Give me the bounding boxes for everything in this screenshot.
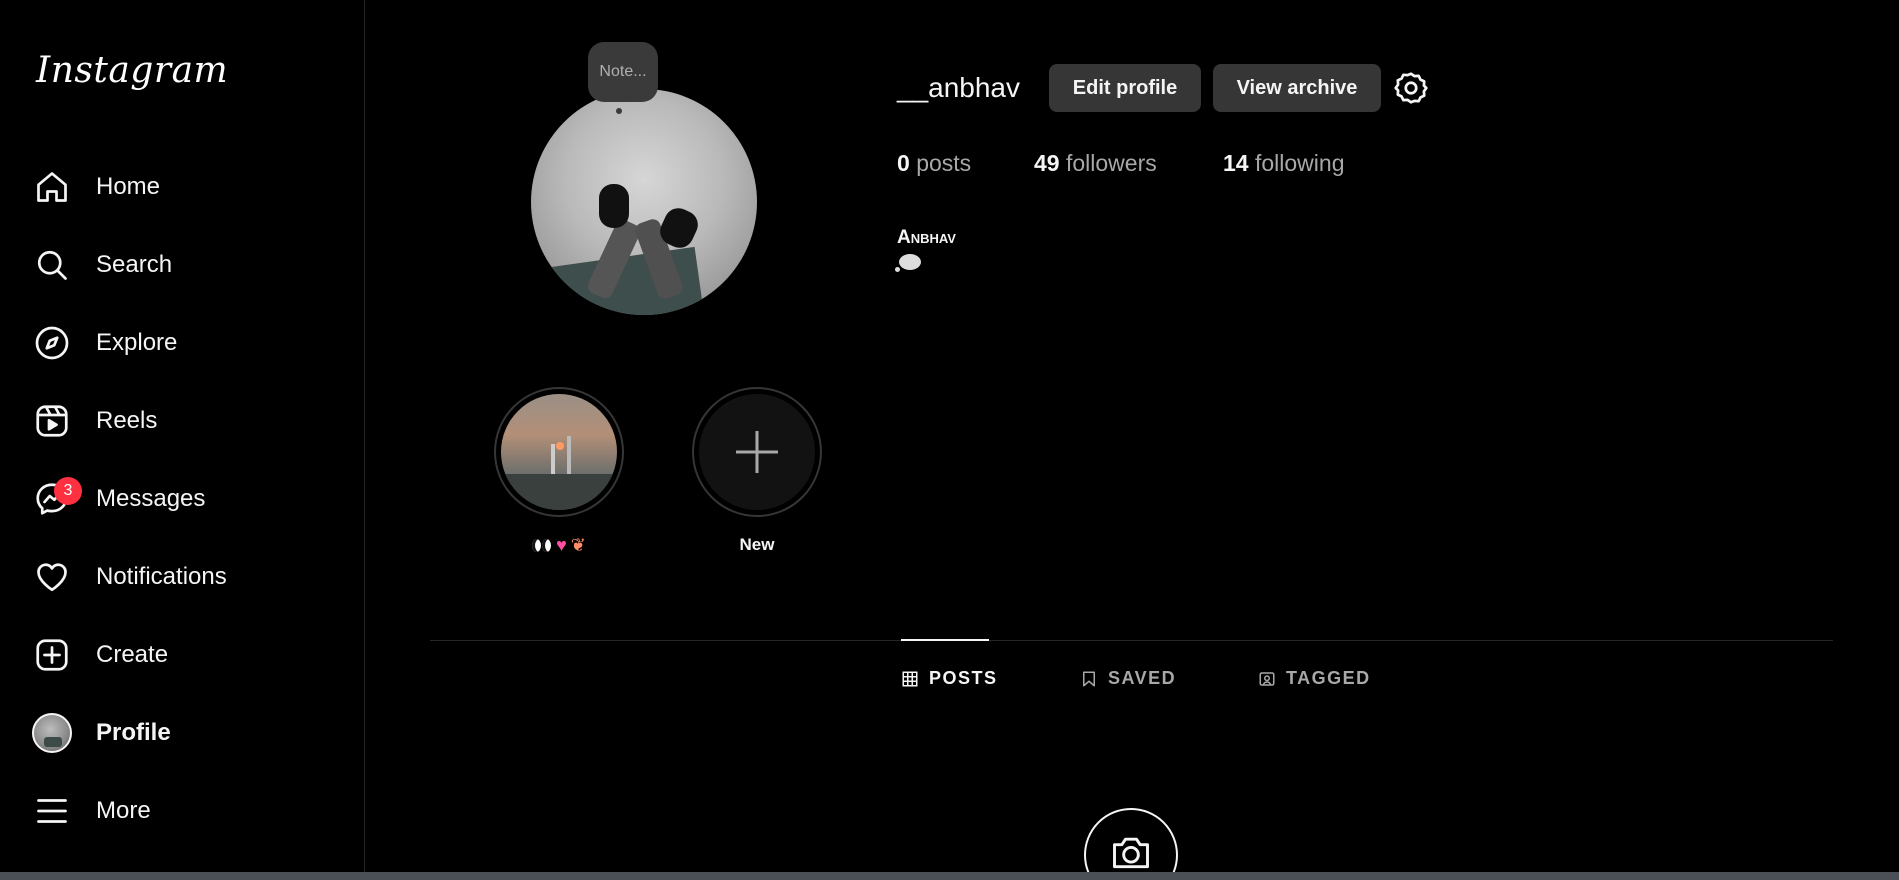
- menu-icon: [32, 791, 72, 831]
- unread-badge: 3: [54, 477, 82, 505]
- followers-label: followers: [1065, 150, 1157, 176]
- sidebar-item-label: Messages: [96, 485, 206, 512]
- new-highlight-label: New: [739, 535, 775, 554]
- sidebar-item-label: Profile: [96, 719, 171, 746]
- view-archive-button[interactable]: View archive: [1213, 64, 1381, 112]
- sidebar-item-create[interactable]: Create: [32, 627, 332, 683]
- tab-saved[interactable]: SAVED: [1080, 668, 1176, 689]
- sidebar-item-label: Search: [96, 251, 173, 278]
- following-stat[interactable]: 14 following: [1223, 150, 1344, 177]
- highlight-cover: [501, 394, 617, 510]
- tab-label: POSTS: [929, 668, 998, 688]
- tabs-divider: [430, 640, 1833, 641]
- tab-tagged[interactable]: TAGGED: [1258, 668, 1371, 689]
- sidebar-item-label: Home: [96, 173, 161, 200]
- eyes-icon: [532, 538, 552, 553]
- sidebar-item-home[interactable]: Home: [32, 159, 332, 215]
- active-tab-indicator: [901, 639, 989, 641]
- highlight-label: ♥ ❦: [494, 535, 624, 556]
- photo-detail: [599, 184, 629, 228]
- avatar: [32, 713, 72, 753]
- followers-stat[interactable]: 49 followers: [1034, 150, 1157, 177]
- sidebar-item-notifications[interactable]: Notifications: [32, 549, 332, 605]
- sidebar-item-messages[interactable]: 3 Messages: [32, 471, 332, 527]
- posts-stat: 0 posts: [897, 150, 971, 177]
- sidebar-item-label: Explore: [96, 329, 178, 356]
- thought-bubble-icon: [895, 254, 921, 272]
- sidebar: Instagram Home Search Explore Reels 3 Me…: [0, 0, 365, 872]
- sidebar-item-label: Notifications: [96, 563, 227, 590]
- search-icon: [32, 245, 72, 285]
- posts-count: 0: [897, 150, 910, 176]
- sidebar-item-label: Create: [96, 641, 169, 668]
- sidebar-item-explore[interactable]: Explore: [32, 315, 332, 371]
- home-icon: [32, 167, 72, 207]
- edit-profile-button[interactable]: Edit profile: [1049, 64, 1201, 112]
- plus-square-icon: [32, 635, 72, 675]
- note-bubble[interactable]: Note...: [588, 42, 658, 102]
- following-label: following: [1254, 150, 1345, 176]
- share-photos-camera[interactable]: [1084, 808, 1178, 880]
- sidebar-item-more[interactable]: More: [32, 783, 332, 839]
- tab-label: SAVED: [1108, 668, 1177, 688]
- avatar-wrapper: [32, 713, 72, 753]
- camera-icon: [1113, 837, 1149, 869]
- tab-posts[interactable]: POSTS: [901, 668, 998, 689]
- note-bubble-tail: [616, 108, 622, 114]
- bookmark-icon: [1083, 671, 1095, 686]
- profile-full-name: Anbhav: [897, 227, 956, 248]
- photo-detail: [556, 442, 564, 450]
- photo-detail: [501, 474, 617, 510]
- messenger-icon: 3: [32, 477, 82, 519]
- grid-icon: [902, 671, 918, 686]
- sidebar-item-profile[interactable]: Profile: [32, 705, 332, 761]
- following-count: 14: [1223, 150, 1249, 176]
- posts-label: posts: [916, 150, 972, 176]
- new-highlight-button[interactable]: [692, 387, 822, 517]
- settings-gear-icon[interactable]: [1393, 70, 1429, 106]
- window-bottom-edge: [0, 872, 1899, 880]
- pink-heart-icon: ♥: [556, 535, 567, 556]
- profile-picture[interactable]: [531, 89, 757, 315]
- sidebar-item-search[interactable]: Search: [32, 237, 332, 293]
- followers-count: 49: [1034, 150, 1060, 176]
- sidebar-item-reels[interactable]: Reels: [32, 393, 332, 449]
- new-highlight-circle: [699, 394, 815, 510]
- profile-username: __anbhav: [897, 72, 1021, 103]
- instagram-logo[interactable]: Instagram: [36, 50, 228, 91]
- tag-icon: [1259, 671, 1275, 686]
- story-highlight[interactable]: [494, 387, 624, 517]
- sidebar-item-label: More: [96, 797, 151, 824]
- sidebar-item-label: Reels: [96, 407, 158, 434]
- butterfly-icon: ❦: [570, 535, 586, 556]
- tab-label: TAGGED: [1286, 668, 1371, 688]
- compass-icon: [32, 323, 72, 363]
- reels-icon: [32, 401, 72, 441]
- plus-icon: [736, 431, 778, 473]
- heart-icon: [32, 557, 72, 597]
